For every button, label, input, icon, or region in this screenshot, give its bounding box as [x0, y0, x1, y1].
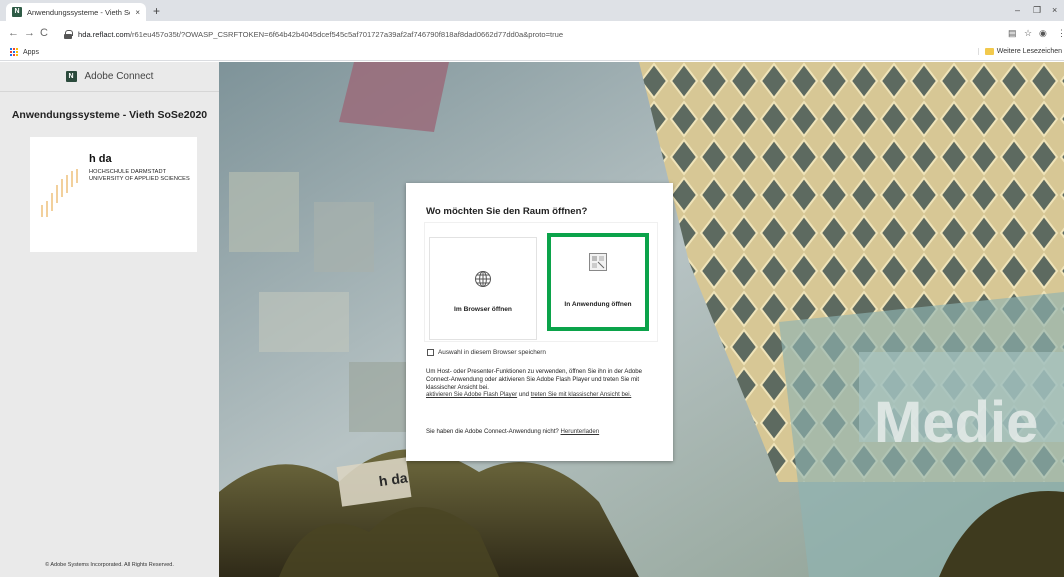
classic-view-link[interactable]: treten Sie mit klassischer Ansicht bei. [531, 391, 632, 398]
maximize-button[interactable]: ❐ [1033, 4, 1041, 16]
room-sidebar: N Adobe Connect Anwendungssysteme - Viet… [0, 62, 219, 577]
lock-icon[interactable] [64, 29, 73, 39]
address-bar[interactable]: hda.reflact.com/r61eu457o35t/?OWASP_CSRF… [58, 25, 1018, 43]
globe-icon [475, 271, 491, 287]
university-logo-card: h da HOCHSCHULE DARMSTADT UNIVERSITY OF … [30, 137, 197, 252]
presenter-info-text: Um Host- oder Presenter-Funktionen zu ve… [426, 368, 643, 399]
open-in-browser-label: Im Browser öffnen [454, 306, 512, 313]
url-text[interactable]: hda.reflact.com/r61eu457o35t/?OWASP_CSRF… [78, 30, 563, 39]
app-window-icon [589, 253, 607, 271]
room-title: Anwendungssysteme - Vieth SoSe2020 [11, 109, 208, 121]
apps-shortcut[interactable]: Apps [10, 48, 39, 57]
close-window-button[interactable]: × [1052, 4, 1057, 16]
reload-button[interactable]: C [40, 27, 48, 39]
adobe-connect-header: N Adobe Connect [0, 62, 219, 92]
account-icon[interactable]: ◉ [1039, 28, 1047, 39]
tab-title: Anwendungssysteme - Vieth SoS [27, 7, 131, 17]
open-in-app-label: In Anwendung öffnen [564, 301, 632, 308]
open-options-group: Im Browser öffnen In Anwendung öffnen [424, 222, 658, 342]
download-prompt: Sie haben die Adobe Connect-Anwendung ni… [426, 428, 600, 435]
tab-close-icon[interactable]: × [135, 8, 140, 17]
adobe-connect-logo-icon: N [65, 71, 77, 82]
dialog-title: Wo möchten Sie den Raum öffnen? [426, 206, 588, 217]
open-in-browser-option[interactable]: Im Browser öffnen [429, 237, 537, 340]
tab-bar: N Anwendungssysteme - Vieth SoS × + – ❐ … [0, 0, 1064, 21]
folder-icon [984, 48, 994, 55]
minimize-button[interactable]: – [1015, 4, 1020, 16]
open-in-app-option[interactable]: In Anwendung öffnen [547, 233, 649, 331]
new-tab-button[interactable]: + [153, 4, 160, 18]
remember-choice[interactable]: Auswahl in diesem Browser speichern [427, 349, 546, 356]
other-bookmarks-label: Weitere Lesezeichen [996, 48, 1062, 55]
hda-logo-subtitle: HOCHSCHULE DARMSTADT UNIVERSITY OF APPLI… [89, 169, 190, 182]
bookmarks-bar: Apps Weitere Lesezeichen [0, 47, 1064, 61]
open-room-dialog: Wo möchten Sie den Raum öffnen? Im Brows… [406, 183, 673, 461]
enable-flash-link[interactable]: aktivieren Sie Adobe Flash Player [426, 391, 517, 398]
browser-tab[interactable]: N Anwendungssysteme - Vieth SoS × [6, 3, 146, 21]
download-link[interactable]: Herunterladen [561, 428, 600, 435]
adobe-connect-favicon-icon: N [12, 7, 22, 17]
star-icon[interactable]: ☆ [1024, 28, 1032, 39]
browser-toolbar: ← → C hda.reflact.com/r61eu457o35t/?OWAS… [0, 21, 1064, 47]
hda-logo-lines-icon [41, 169, 78, 217]
back-button[interactable]: ← [8, 27, 19, 39]
forward-button[interactable]: → [24, 27, 35, 39]
copyright-text: © Adobe Systems Incorporated. All Rights… [45, 562, 174, 568]
hda-logo-title: h da [89, 153, 112, 165]
other-bookmarks[interactable]: Weitere Lesezeichen [977, 48, 1062, 55]
adobe-connect-brand: Adobe Connect [84, 71, 154, 82]
menu-icon[interactable]: ⋮ [1057, 28, 1064, 39]
remember-label: Auswahl in diesem Browser speichern [438, 349, 546, 356]
remember-checkbox[interactable] [427, 349, 434, 356]
apps-label: Apps [23, 49, 39, 56]
translate-icon[interactable]: ▤ [1008, 28, 1017, 39]
media-sign-text: Medie [874, 390, 1038, 455]
apps-grid-icon [10, 48, 19, 57]
